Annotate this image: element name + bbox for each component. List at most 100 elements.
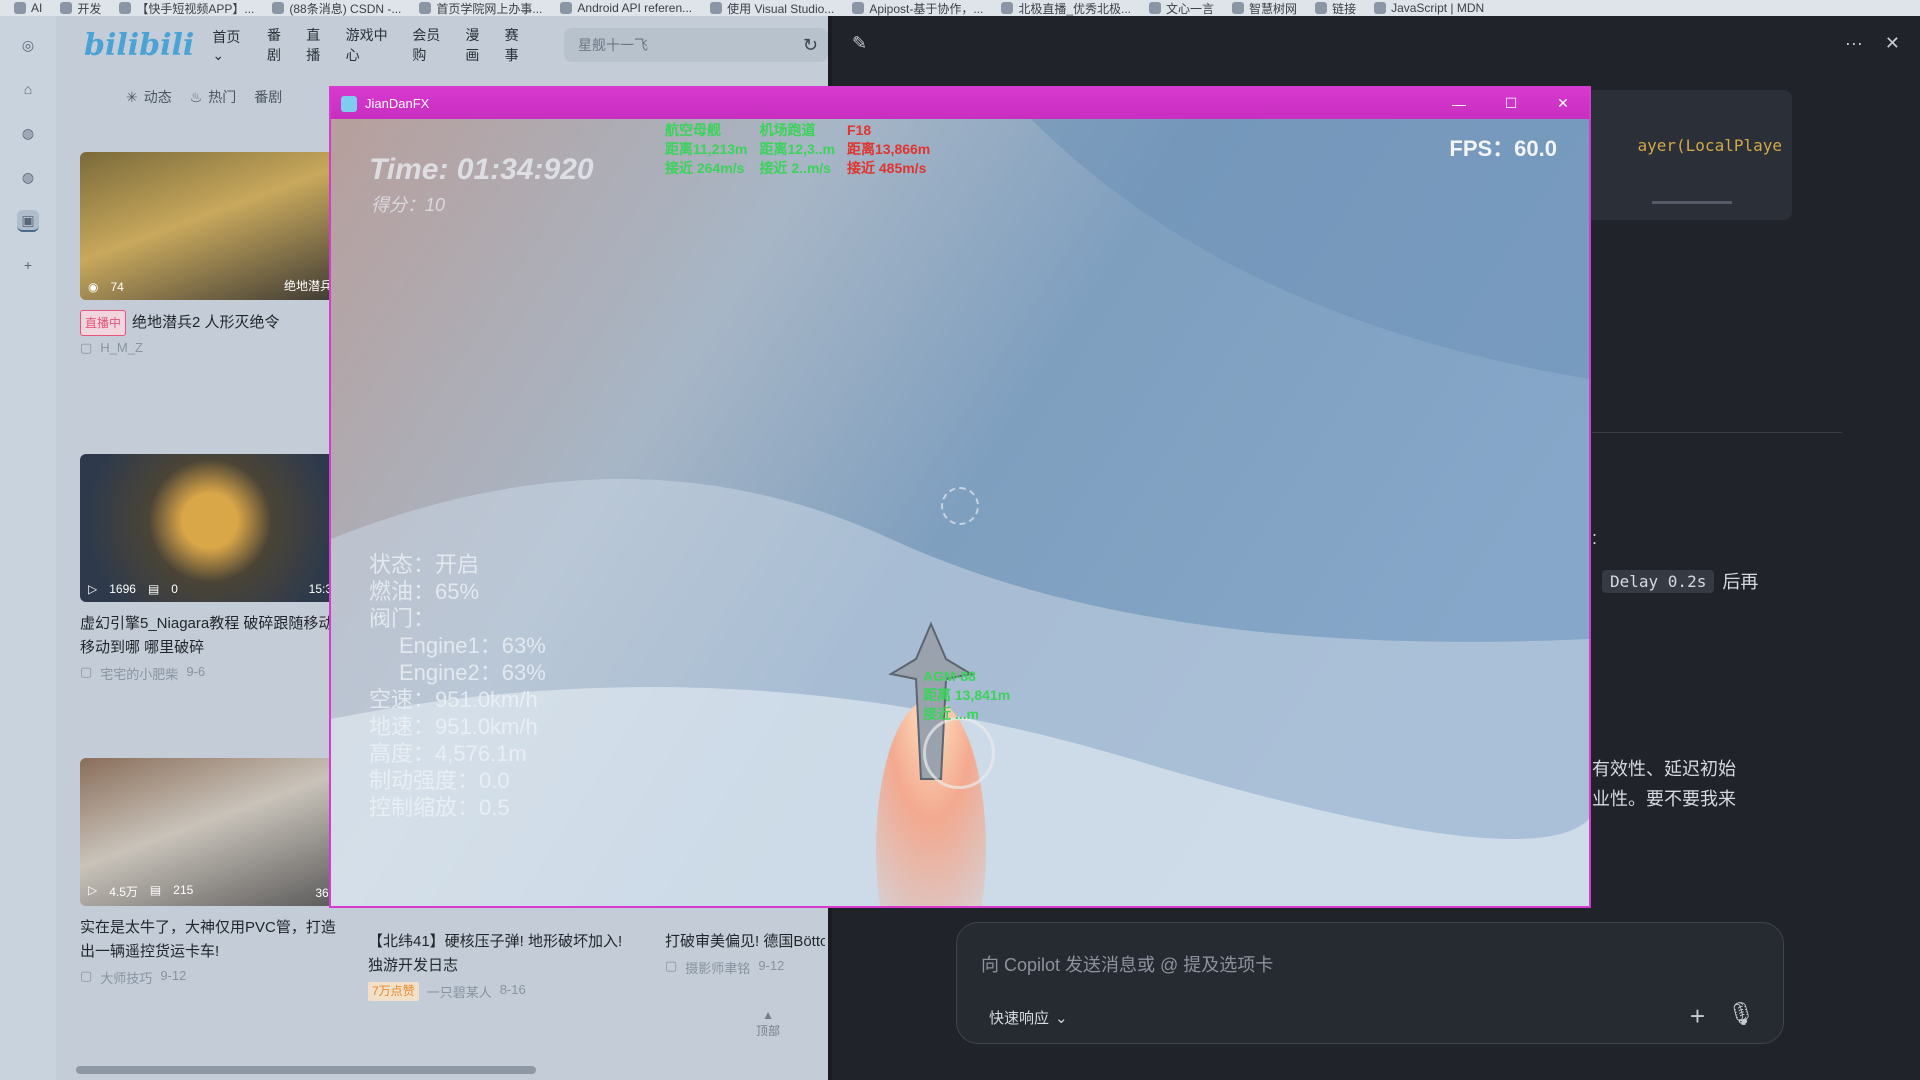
search-placeholder: 星舰十一飞 xyxy=(578,37,649,53)
play-icon: ▷ xyxy=(88,883,98,897)
bookmark-item[interactable]: (88条消息) CSDN -... xyxy=(272,0,401,16)
bilibili-tab-icon[interactable]: ◎ xyxy=(17,34,39,56)
video-card[interactable]: 【北纬41】硬核压子弹! 地形破坏加入! 独游开发日志 7万点赞 一只碧某人 8-1… xyxy=(368,920,628,1001)
bili-header: bilibili 首页 ⌄ 番剧 直播 游戏中心 会员购 漫画 赛事 星舰十一飞… xyxy=(56,16,828,74)
tv-tab-icon[interactable]: ▣ xyxy=(17,210,39,232)
video-title[interactable]: 【北纬41】硬核压子弹! 地形破坏加入! 独游开发日志 xyxy=(368,930,628,978)
video-meta[interactable]: ▢ 摄影师聿铭 9-12 xyxy=(665,958,825,977)
refresh-icon[interactable]: ↻ xyxy=(803,35,818,56)
maximize-icon[interactable]: ☐ xyxy=(1485,88,1537,119)
bilibili-logo[interactable]: bilibili xyxy=(84,28,194,63)
nav-game-center[interactable]: 游戏中心 xyxy=(346,25,401,65)
date: 9-6 xyxy=(186,664,206,679)
add-icon[interactable]: + xyxy=(1690,1001,1705,1032)
video-title-text: 绝地潜兵2 人形灭绝令 xyxy=(132,314,280,331)
bookmark-item[interactable]: 首页学院网上办事... xyxy=(419,0,542,16)
bookmark-item[interactable]: Apipost-基于协作，... xyxy=(852,0,983,16)
subnav-bangumi-label: 番剧 xyxy=(254,89,283,105)
video-card[interactable]: ▷ 4.5万 ▤ 215 36: 实在是太牛了，大神仅用PVC管，打造出一辆遥控货运卡… xyxy=(80,758,340,987)
play-icon: ▷ xyxy=(88,582,98,596)
video-title[interactable]: 直播中 绝地潜兵2 人形灭绝令 xyxy=(80,310,340,336)
bookmark-item[interactable]: AI xyxy=(14,1,42,15)
video-thumbnail[interactable]: ▷ 4.5万 ▤ 215 36: xyxy=(80,758,340,906)
back-to-top-button[interactable]: ▲ 顶部 xyxy=(756,1008,780,1039)
window-titlebar[interactable]: JianDanFX — ☐ ✕ xyxy=(331,88,1589,119)
target-name: F18 xyxy=(846,122,872,138)
missile-approach: 接近 ...m xyxy=(923,706,980,722)
nav-esports[interactable]: 赛事 xyxy=(505,25,532,65)
video-meta[interactable]: 7万点赞 一只碧某人 8-16 xyxy=(368,982,628,1001)
video-title[interactable]: 打破审美偏见! 德国Böttcher的人像作品 xyxy=(665,930,825,954)
bookmark-item[interactable]: 【快手短视频APP】... xyxy=(119,0,254,16)
response-mode-dropdown[interactable]: 快速响应 ⌄ xyxy=(989,1007,1068,1028)
video-meta[interactable]: ▢ 宅宅的小肥柴 9-6 xyxy=(80,664,340,683)
video-title[interactable]: 实在是太牛了，大神仅用PVC管，打造出一辆遥控货运卡车! xyxy=(80,916,340,964)
bookmark-label: AI xyxy=(31,1,43,15)
bookmark-icon xyxy=(272,2,285,14)
bookmark-item[interactable]: 使用 Visual Studio... xyxy=(710,0,834,16)
subnav-dynamic[interactable]: ✳ 动态 xyxy=(126,87,172,107)
bookmark-item[interactable]: JavaScript | MDN xyxy=(1374,1,1484,15)
missile-label: AGM-88 距离 13,841m 接近 ...m xyxy=(923,667,1010,724)
nav-bangumi[interactable]: 番剧 xyxy=(267,25,294,65)
video-card[interactable]: ◉ 74 绝地潜兵 直播中 绝地潜兵2 人形灭绝令 ▢ H_M_Z xyxy=(80,152,340,356)
comment-count: 0 xyxy=(171,582,178,596)
globe-tab-icon-2[interactable]: ◍ xyxy=(17,166,39,188)
bookmark-item[interactable]: Android API referen... xyxy=(560,1,692,15)
fire-icon: ♨ xyxy=(189,88,203,105)
video-card[interactable]: 打破审美偏见! 德国Böttcher的人像作品 ▢ 摄影师聿铭 9-12 xyxy=(665,920,825,977)
video-meta[interactable]: ▢ 大师技巧 9-12 xyxy=(80,968,340,987)
fuel-line: 燃油：65% xyxy=(369,579,480,604)
up-icon: ▢ xyxy=(80,664,93,679)
brake-line: 制动强度：0.0 xyxy=(369,768,510,793)
nav-vip-shop[interactable]: 会员购 xyxy=(412,25,453,65)
copilot-input-box[interactable]: 向 Copilot 发送消息或 @ 提及选项卡 快速响应 ⌄ + 🎙 xyxy=(956,922,1784,1044)
target-approach: 接近 485m/s xyxy=(846,160,927,176)
minimize-icon[interactable]: — xyxy=(1433,88,1485,119)
nav-manga[interactable]: 漫画 xyxy=(465,25,492,65)
window-controls: — ☐ ✕ xyxy=(1433,88,1589,119)
new-chat-icon[interactable]: ✎ xyxy=(852,33,867,54)
nav-home[interactable]: 首页 ⌄ xyxy=(212,27,255,64)
video-thumbnail[interactable]: ▷ 1696 ▤ 0 15:3 xyxy=(80,454,340,602)
close-icon[interactable]: ✕ xyxy=(1885,33,1900,54)
home-tab-icon[interactable]: ⌂ xyxy=(17,78,39,100)
message-input[interactable]: 向 Copilot 发送消息或 @ 提及选项卡 xyxy=(981,951,1273,977)
bookmark-label: 使用 Visual Studio... xyxy=(727,1,835,16)
bookmark-item[interactable]: 北极直播_优秀北极... xyxy=(1001,0,1131,16)
danmaku-icon: ▤ xyxy=(149,883,162,897)
subnav-dynamic-label: 动态 xyxy=(143,89,172,105)
microphone-icon[interactable]: 🎙 xyxy=(1727,1001,1755,1027)
target-name: 航空母舰 xyxy=(665,122,721,138)
bookmark-icon xyxy=(1315,2,1328,14)
game-viewport[interactable]: Time: 01:34:920 得分：10 FPS：60.0 航空母舰 距离11… xyxy=(331,119,1589,906)
hot-tag: 7万点赞 xyxy=(368,982,419,1001)
video-thumbnail[interactable]: ◉ 74 绝地潜兵 xyxy=(80,152,340,300)
bookmark-item[interactable]: 文心一言 xyxy=(1149,0,1214,16)
game-window[interactable]: JianDanFX — ☐ ✕ Time: 01:34:920 得分：10 FP… xyxy=(329,86,1591,908)
video-meta[interactable]: ▢ H_M_Z xyxy=(80,340,340,356)
bookmark-icon xyxy=(60,2,73,14)
engine2-line: Engine2：63% xyxy=(399,660,546,685)
bookmark-item[interactable]: 开发 xyxy=(60,0,101,16)
subnav-bangumi[interactable]: 番剧 xyxy=(254,87,282,107)
bookmark-label: 首页学院网上办事... xyxy=(436,1,543,16)
code-scrollbar[interactable] xyxy=(1652,201,1732,204)
search-input[interactable]: 星舰十一飞 ↻ xyxy=(564,28,828,62)
close-icon[interactable]: ✕ xyxy=(1537,88,1589,119)
bookmark-item[interactable]: 链接 xyxy=(1315,0,1356,16)
bookmark-icon xyxy=(852,2,865,14)
more-options-icon[interactable]: ··· xyxy=(1845,33,1863,54)
video-title[interactable]: 虚幻引擎5_Niagara教程 破碎跟随移动 移动到哪 哪里破碎 xyxy=(80,612,340,660)
nav-live[interactable]: 直播 xyxy=(306,25,333,65)
live-tag: 直播中 xyxy=(80,310,127,336)
bookmark-label: 智慧树网 xyxy=(1249,1,1298,16)
engine1-line: Engine1：63% xyxy=(399,633,546,658)
horizontal-scrollbar[interactable] xyxy=(76,1066,536,1074)
add-tab-icon[interactable]: + xyxy=(17,254,39,276)
video-card[interactable]: ▷ 1696 ▤ 0 15:3 虚幻引擎5_Niagara教程 破碎跟随移动 移动到哪… xyxy=(80,454,340,683)
globe-tab-icon[interactable]: ◍ xyxy=(17,122,39,144)
control-scale-line: 控制缩放：0.5 xyxy=(369,795,510,820)
bookmark-item[interactable]: 智慧树网 xyxy=(1232,0,1297,16)
subnav-hot[interactable]: ♨ 热门 xyxy=(190,87,237,107)
